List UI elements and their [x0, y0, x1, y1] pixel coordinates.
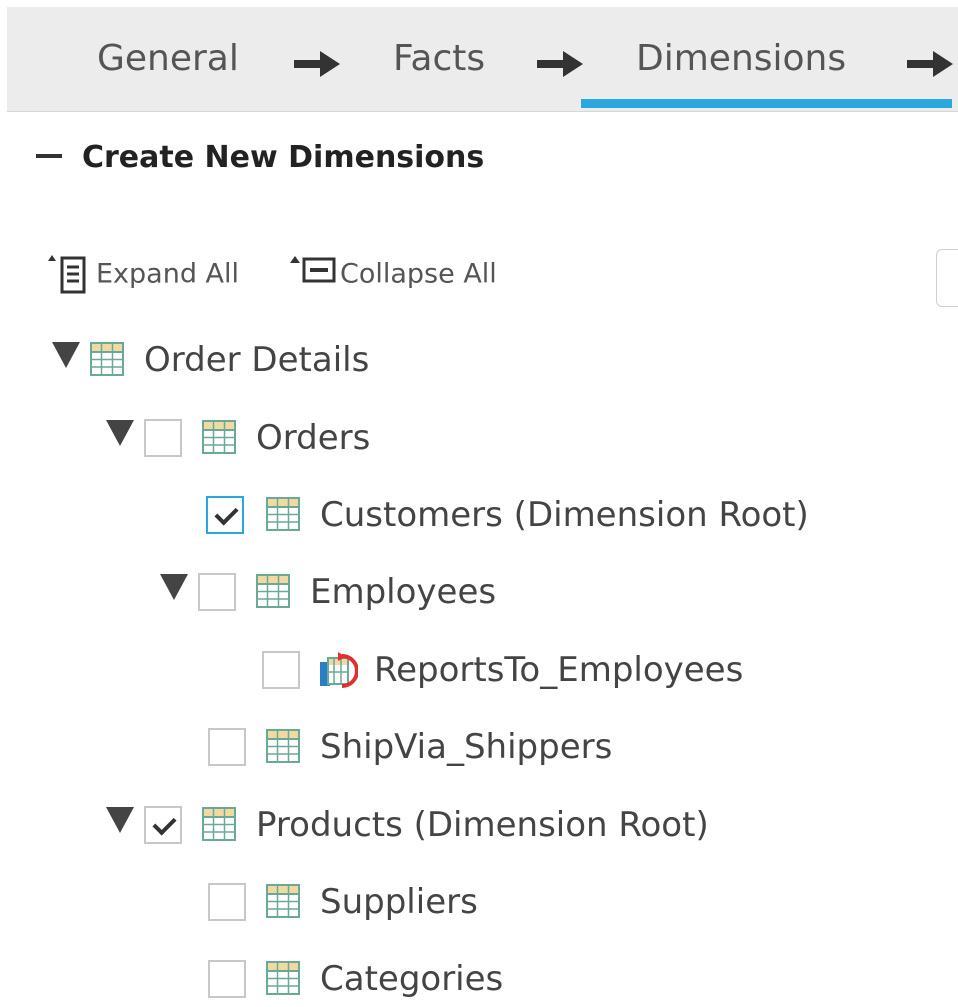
node-checkbox[interactable] [144, 419, 182, 457]
node-checkbox[interactable] [208, 728, 246, 766]
arrow-right-icon [537, 51, 583, 77]
collapse-triangle-icon[interactable] [106, 807, 134, 833]
table-icon [90, 342, 124, 376]
table-icon [266, 729, 300, 763]
node-checkbox[interactable] [262, 651, 300, 689]
collapse-triangle-icon[interactable] [52, 342, 80, 368]
tree-node-label: Employees [310, 572, 497, 612]
table-icon [202, 420, 236, 454]
tree-node-label: Categories [320, 959, 504, 999]
collapse-all-icon [290, 256, 336, 283]
table-icon [202, 807, 236, 841]
table-icon [266, 961, 300, 995]
node-checkbox[interactable] [208, 960, 246, 998]
expand-all-button[interactable]: Expand All [46, 255, 239, 295]
tree-node-label: Customers (Dimension Root) [320, 495, 809, 535]
node-checkbox[interactable] [208, 883, 246, 921]
arrow-right-icon [907, 51, 953, 77]
tree-node-label: ShipVia_Shippers [320, 727, 613, 767]
collapse-all-label: Collapse All [340, 258, 497, 290]
arrow-right-icon [294, 51, 340, 77]
tree-node-label: Suppliers [320, 882, 478, 922]
collapse-all-button[interactable]: Collapse All [288, 255, 497, 295]
node-checkbox[interactable] [144, 806, 182, 844]
table-icon [266, 884, 300, 918]
section-title: Create New Dimensions [82, 140, 485, 175]
step-general[interactable]: General [97, 37, 239, 81]
table-icon [256, 574, 290, 608]
tree-node-label: Order Details [144, 340, 370, 380]
search-input[interactable] [936, 249, 958, 307]
tree-node-label: Orders [256, 418, 371, 458]
tree-node-label: ReportsTo_Employees [374, 650, 744, 690]
node-checkbox[interactable] [198, 573, 236, 611]
node-checkbox[interactable] [206, 496, 244, 534]
active-step-indicator [581, 99, 952, 108]
section-toggle[interactable]: Create New Dimensions [36, 140, 484, 175]
collapse-triangle-icon[interactable] [160, 574, 188, 600]
tree-node-label: Products (Dimension Root) [256, 805, 709, 845]
wizard-step-bar: General Facts Dimensions [7, 7, 958, 112]
minus-icon [36, 153, 62, 158]
step-dimensions[interactable]: Dimensions [636, 37, 846, 81]
self-reference-icon [320, 652, 358, 688]
step-facts[interactable]: Facts [393, 37, 485, 81]
collapse-triangle-icon[interactable] [106, 420, 134, 446]
expand-all-label: Expand All [96, 258, 240, 290]
expand-all-icon [48, 255, 86, 294]
table-icon [266, 497, 300, 531]
